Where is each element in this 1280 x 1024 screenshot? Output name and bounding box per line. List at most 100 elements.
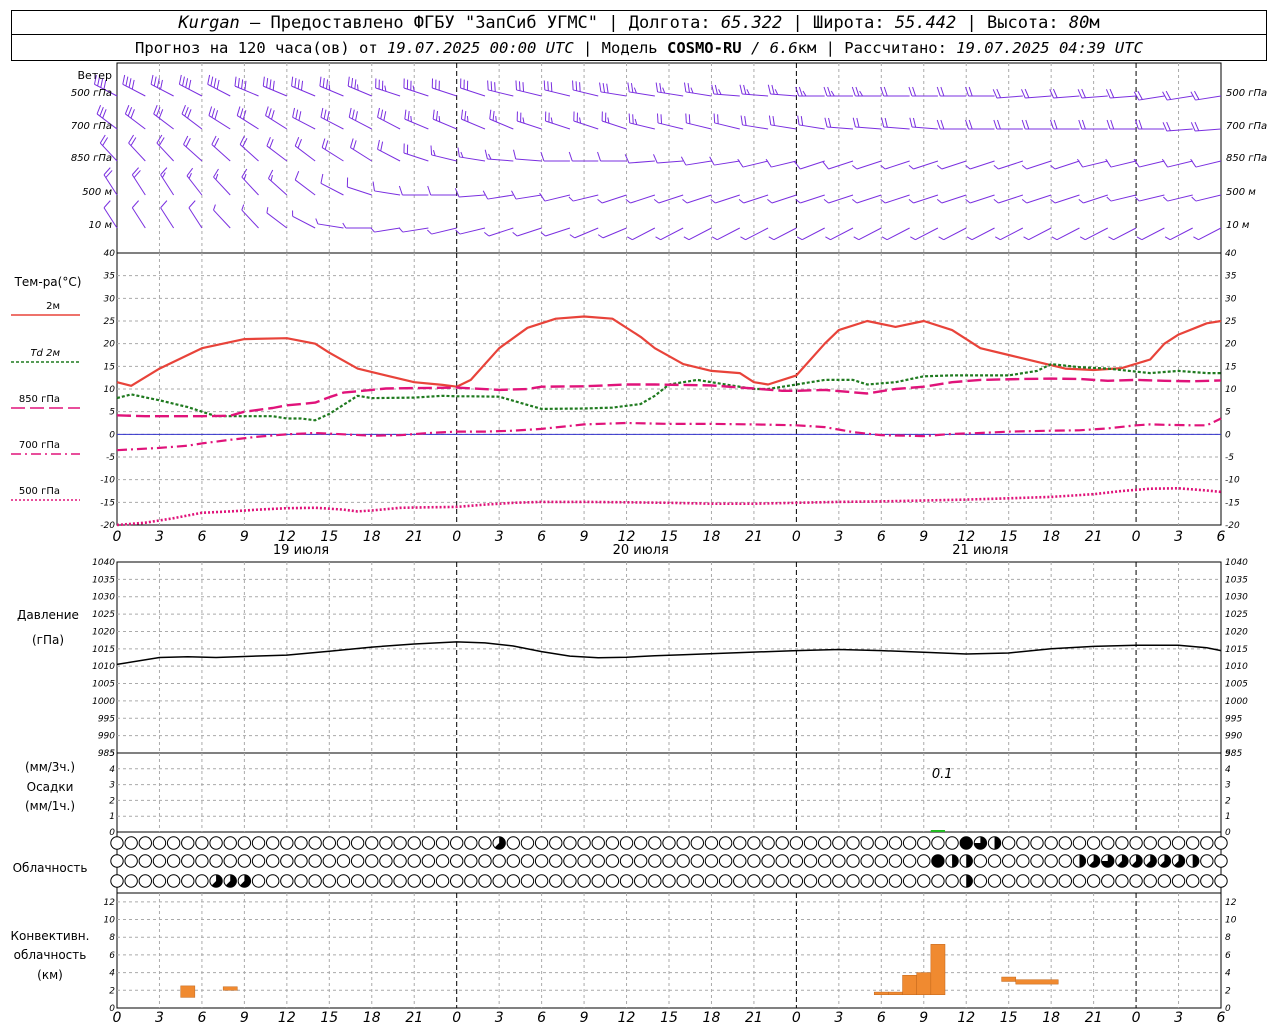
wind-barb-feather: [827, 86, 832, 97]
wind-barb-feather: [125, 76, 129, 87]
conv-tick-right: 2: [1225, 986, 1231, 996]
cloud-circle: [1016, 854, 1030, 868]
wind-barb-feather: [884, 117, 888, 128]
conv-bar: [888, 991, 903, 995]
cloud-circle: [393, 874, 407, 888]
wind-barb: [768, 227, 797, 241]
pressure-tick-left: 1020: [92, 627, 115, 637]
cloud-symbol: [350, 874, 365, 888]
cloud-circle: [421, 874, 436, 888]
wind-barb-staff: [773, 227, 797, 241]
wind-barb-staff: [188, 207, 203, 229]
wind-barb-feather: [997, 119, 1001, 130]
cloud-circle: [421, 854, 436, 868]
cloud-circle: [1171, 874, 1186, 888]
wind-barb-feather: [1108, 236, 1114, 241]
wind-barb-feather: [909, 117, 913, 128]
wind-barb-feather: [272, 80, 275, 91]
wind-level-label-right: 500 м: [1226, 187, 1256, 198]
cloud-circle: [662, 874, 676, 888]
cloud-symbol: [237, 854, 252, 868]
cloud-symbol: [251, 854, 266, 868]
wind-barb-feather: [242, 138, 248, 147]
wind-barb-feather: [292, 107, 296, 118]
precip-tick-right: 5: [1225, 749, 1231, 759]
wind-barb-staff: [629, 91, 655, 97]
wind-barb-staff: [574, 227, 599, 239]
cloud-fill: [1079, 854, 1086, 868]
pressure-tick-right: 1020: [1225, 627, 1248, 637]
cloud-symbol: [1072, 854, 1087, 868]
cloud-symbol: [407, 836, 421, 850]
wind-barb-staff: [183, 144, 203, 162]
cloud-symbol: [1058, 836, 1073, 850]
x-tick-hour: 9: [580, 529, 589, 545]
cloud-symbol: [775, 854, 789, 868]
cloud-symbol: [124, 854, 138, 868]
wind-barb-feather: [938, 236, 944, 241]
wind-barb-staff: [208, 115, 231, 130]
wind-barb-feather: [768, 115, 772, 126]
cloud-circle: [251, 836, 266, 850]
wind-barb-feather: [968, 86, 973, 97]
cloud-circle: [322, 854, 337, 868]
cloud-symbol: [1086, 854, 1101, 868]
cloud-symbol: [308, 836, 322, 850]
cloud-circle: [704, 854, 719, 868]
wind-barb-staff: [181, 113, 203, 130]
x-tick-hour: 18: [703, 1010, 721, 1024]
wind-barb-staff: [657, 160, 684, 164]
temp-tick-right: 10: [1225, 385, 1237, 395]
wind-barb: [880, 194, 910, 204]
cloud-symbol: [1129, 854, 1143, 868]
cloud-circle: [1185, 836, 1200, 850]
wind-barb-staff: [886, 227, 910, 241]
cloud-symbol: [789, 854, 804, 868]
wind-barb: [160, 200, 175, 229]
cloud-symbol: [987, 854, 1002, 868]
wind-level-label-left: 700 гПа: [71, 121, 112, 132]
cloud-circle: [1058, 874, 1073, 888]
cloud-symbol: [393, 836, 407, 850]
wind-barb-feather: [215, 173, 219, 180]
cloud-symbol: [959, 874, 973, 888]
cloud-circle: [322, 874, 337, 888]
cloud-circle: [520, 874, 535, 888]
wind-barb: [207, 74, 231, 97]
cloud-circle: [917, 854, 931, 868]
wind-barb: [965, 86, 995, 97]
wind-barb: [291, 76, 316, 97]
cloud-circle: [1044, 854, 1058, 868]
wind-barb: [131, 200, 146, 229]
cloud-circle: [591, 854, 605, 868]
wind-barb-feather: [802, 90, 807, 97]
cloud-symbol: [619, 874, 634, 888]
wind-barb: [683, 227, 712, 241]
wind-barb: [1134, 194, 1165, 202]
cloud-symbol: [1058, 874, 1073, 888]
cloud-circle: [917, 874, 931, 888]
wind-barb-feather: [323, 109, 327, 120]
cloud-circle: [1143, 836, 1157, 850]
wind-barb-feather: [908, 164, 914, 170]
cloud-circle: [633, 836, 648, 850]
cloud-symbol: [874, 854, 889, 868]
x-tick-hour: 0: [113, 529, 122, 545]
wind-barb-feather: [768, 236, 775, 241]
wind-barb-staff: [1138, 95, 1165, 101]
wind-barb-feather: [262, 76, 265, 87]
wind-barb-staff: [213, 209, 231, 229]
wind-barb-staff: [799, 124, 825, 130]
cloud-symbol: [1171, 854, 1186, 868]
wind-barb-feather: [407, 111, 410, 121]
wind-barb: [767, 194, 797, 204]
cloud-symbol: [520, 854, 535, 868]
wind-barb-feather: [575, 81, 578, 91]
x-tick-hour: 0: [452, 529, 461, 545]
cloud-circle: [1200, 836, 1214, 850]
conv-tick-right: 10: [1225, 916, 1237, 926]
wind-barb: [460, 109, 486, 130]
wind-barb: [1108, 227, 1137, 241]
conv-bar: [930, 944, 946, 995]
cloud-circle: [577, 874, 591, 888]
